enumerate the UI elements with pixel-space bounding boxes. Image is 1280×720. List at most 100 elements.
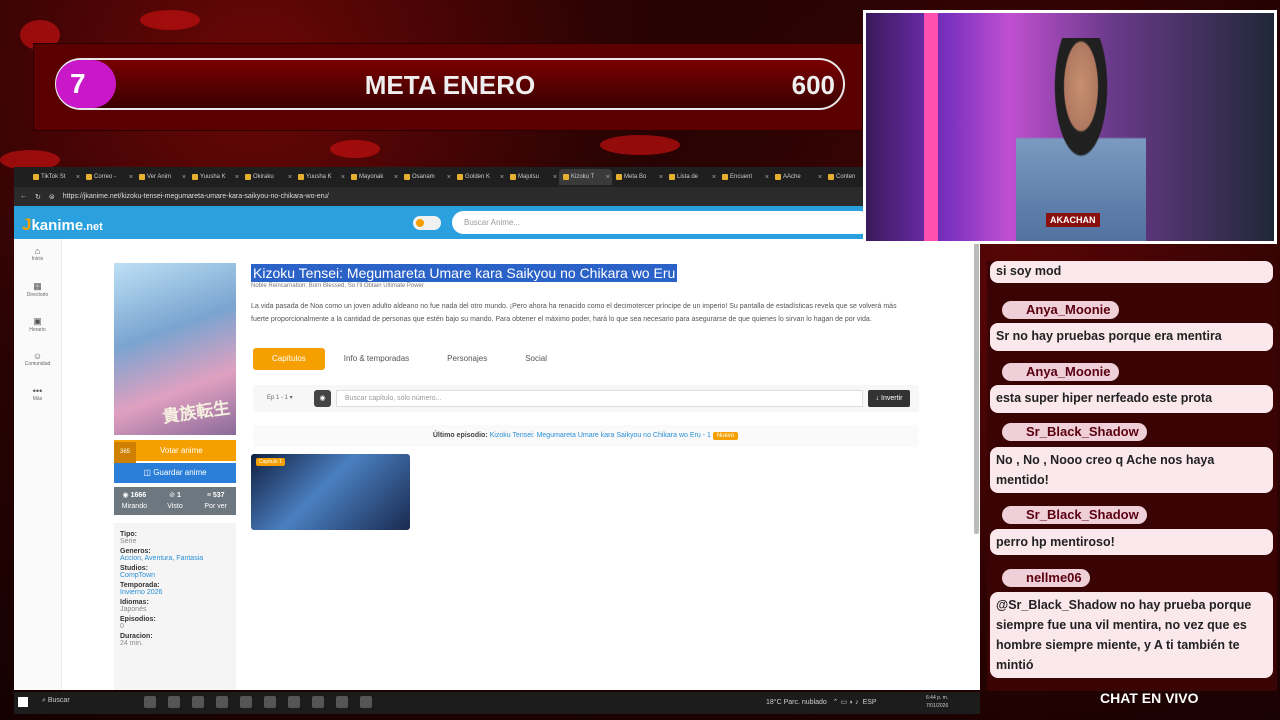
- browser-tab[interactable]: Osanam ×: [400, 169, 453, 185]
- browser-tab[interactable]: Meta Bo ×: [612, 169, 665, 185]
- app-icon[interactable]: [288, 696, 300, 708]
- chat-message-text: @Sr_Black_Shadow no hay prueba porque si…: [990, 592, 1273, 678]
- anime-search-input[interactable]: Buscar Anime...: [452, 211, 872, 234]
- studio-link[interactable]: CompTown: [120, 572, 236, 579]
- theme-toggle[interactable]: [413, 216, 441, 230]
- goal-count: 7: [56, 60, 116, 108]
- scrollbar[interactable]: [974, 239, 979, 534]
- stat-item[interactable]: ⊘ 1 Visto: [155, 487, 196, 515]
- back-icon[interactable]: ←: [20, 193, 27, 200]
- browser-tab[interactable]: Encuent ×: [718, 169, 771, 185]
- browser-tab[interactable]: Lista de ×: [665, 169, 718, 185]
- vote-count: 365: [114, 442, 136, 463]
- app-icon[interactable]: [168, 696, 180, 708]
- chat-username[interactable]: Sr_Black_Shadow: [1002, 506, 1147, 524]
- episode-search-input[interactable]: Buscar capítulo, sólo número...: [336, 390, 863, 407]
- app-icon[interactable]: [192, 696, 204, 708]
- browser-tab[interactable]: Mayonak ×: [347, 169, 400, 185]
- reload-icon[interactable]: ↻: [35, 193, 41, 201]
- app-icon[interactable]: [144, 696, 156, 708]
- last-episode-link[interactable]: Kizoku Tensei: Megumareta Umare kara Sai…: [490, 432, 711, 439]
- browser-tab[interactable]: Yuusha K ×: [294, 169, 347, 185]
- app-icon[interactable]: [216, 696, 228, 708]
- site-header: Jkanime.net Buscar Anime...: [14, 206, 980, 239]
- windows-start-icon[interactable]: [18, 697, 28, 707]
- save-anime-button[interactable]: ◫ Guardar anime: [114, 463, 236, 483]
- taskbar-search[interactable]: ⌕ Buscar: [42, 697, 70, 705]
- browser-tab[interactable]: Kizoku T ×: [559, 169, 612, 185]
- app-icon[interactable]: [312, 696, 324, 708]
- favicon-icon: [192, 174, 198, 180]
- chat-username[interactable]: Sr_Black_Shadow: [1002, 423, 1147, 441]
- chat-username[interactable]: nellme06: [1002, 569, 1090, 587]
- browser-tab[interactable]: Ver Anim ×: [135, 169, 188, 185]
- users-icon: ☺: [32, 351, 43, 361]
- browser-tab[interactable]: TikTok St ×: [29, 169, 82, 185]
- favicon-icon: [828, 174, 834, 180]
- info-key: Duracion:: [120, 633, 153, 640]
- anime-tab[interactable]: Info & temporadas: [325, 348, 428, 370]
- site-info-icon[interactable]: ⊜: [49, 193, 55, 201]
- check-icon: ⊘: [169, 492, 176, 499]
- anime-title: Kizoku Tensei: Megumareta Umare kara Sai…: [251, 264, 678, 282]
- app-icon[interactable]: [264, 696, 276, 708]
- chat-message-text: esta super hiper nerfeado este prota: [990, 385, 1273, 413]
- app-icon[interactable]: [240, 696, 252, 708]
- favicon-icon: [775, 174, 781, 180]
- genre-links[interactable]: Accion, Aventura, Fantasia: [120, 555, 236, 562]
- episode-badge: Capítulo 1: [256, 458, 285, 466]
- app-icon[interactable]: [360, 696, 372, 708]
- last-episode-label: Último episodio:: [432, 432, 488, 439]
- sidebar-item[interactable]: ••• Más: [14, 379, 61, 414]
- site-logo[interactable]: Jkanime.net: [22, 215, 103, 235]
- browser-tab[interactable]: Correo - ×: [82, 169, 135, 185]
- anime-info: Tipo: Serie Generos: Accion, Aventura, Fan…: [114, 523, 236, 690]
- browser-tab[interactable]: Okiraku ×: [241, 169, 294, 185]
- url-text[interactable]: https://jkanime.net/kizoku-tensei-meguma…: [63, 193, 329, 200]
- sidebar-item[interactable]: ▦ Directorio: [14, 274, 61, 309]
- anime-tab[interactable]: Capítulos: [253, 348, 325, 370]
- info-key: Episodios:: [120, 616, 156, 623]
- browser-tab[interactable]: Golden K ×: [453, 169, 506, 185]
- sidebar-item[interactable]: ⌂ Inicio: [14, 239, 61, 274]
- info-value: 24 min.: [120, 640, 143, 647]
- browser-window: TikTok St × Correo - × Ver Anim × Yuusha K × Oki…: [14, 167, 980, 690]
- eye-icon[interactable]: ◉: [314, 390, 331, 407]
- browser-tab[interactable]: Yuusha K ×: [188, 169, 241, 185]
- chat-title: CHAT EN VIVO: [1100, 690, 1199, 706]
- eye-icon: ◉: [122, 492, 129, 499]
- browser-tab[interactable]: Majutsu ×: [506, 169, 559, 185]
- sidebar-item[interactable]: ☺ Comunidad: [14, 344, 61, 379]
- vote-button[interactable]: 365 Votar anime: [114, 440, 236, 463]
- stat-item[interactable]: ≡ 537 Por ver: [195, 487, 236, 515]
- streamer-badge: AKACHAN: [1046, 213, 1100, 227]
- home-icon: ⌂: [34, 246, 41, 256]
- sidebar-item[interactable]: ▣ Horario: [14, 309, 61, 344]
- chat-message-text: No , No , Nooo creo q Ache nos haya ment…: [990, 447, 1273, 493]
- info-key: Generos:: [120, 548, 151, 555]
- invert-button[interactable]: ↓ Invertir: [868, 390, 910, 407]
- anime-tab[interactable]: Personajes: [428, 348, 506, 370]
- calendar-icon: ▣: [33, 316, 42, 326]
- stat-item[interactable]: ◉ 1666 Mirando: [114, 487, 155, 515]
- info-value: Japonés: [120, 606, 147, 613]
- episode-thumbnail[interactable]: Capítulo 1: [251, 454, 410, 530]
- season-link[interactable]: Invierno 2026: [120, 589, 236, 596]
- cover-text: 貴族転生: [161, 398, 232, 427]
- bookmark-icon: ◫: [143, 468, 154, 477]
- new-badge: Nuevo: [712, 432, 739, 440]
- weather-status[interactable]: 18°C Parc. nublado ⌃ ▭ ◗ ♪ ESP: [766, 698, 877, 706]
- taskbar-apps: [144, 696, 372, 708]
- chat-username[interactable]: Anya_Moonie: [1002, 363, 1119, 381]
- app-icon[interactable]: [336, 696, 348, 708]
- info-key: Tipo:: [120, 531, 137, 538]
- info-value: 0: [120, 623, 124, 630]
- browser-tab[interactable]: AAche ×: [771, 169, 824, 185]
- anime-tab[interactable]: Social: [506, 348, 566, 370]
- address-bar[interactable]: ← ↻ ⊜ https://jkanime.net/kizoku-tensei-…: [14, 187, 980, 206]
- led-light: [924, 13, 938, 241]
- favicon-icon: [616, 174, 622, 180]
- chat-username[interactable]: Anya_Moonie: [1002, 301, 1119, 319]
- clock[interactable]: 6:44 p. m. 7/01/2026: [926, 694, 948, 710]
- episode-range-select[interactable]: Ep 1 - 1 ▾: [261, 390, 306, 407]
